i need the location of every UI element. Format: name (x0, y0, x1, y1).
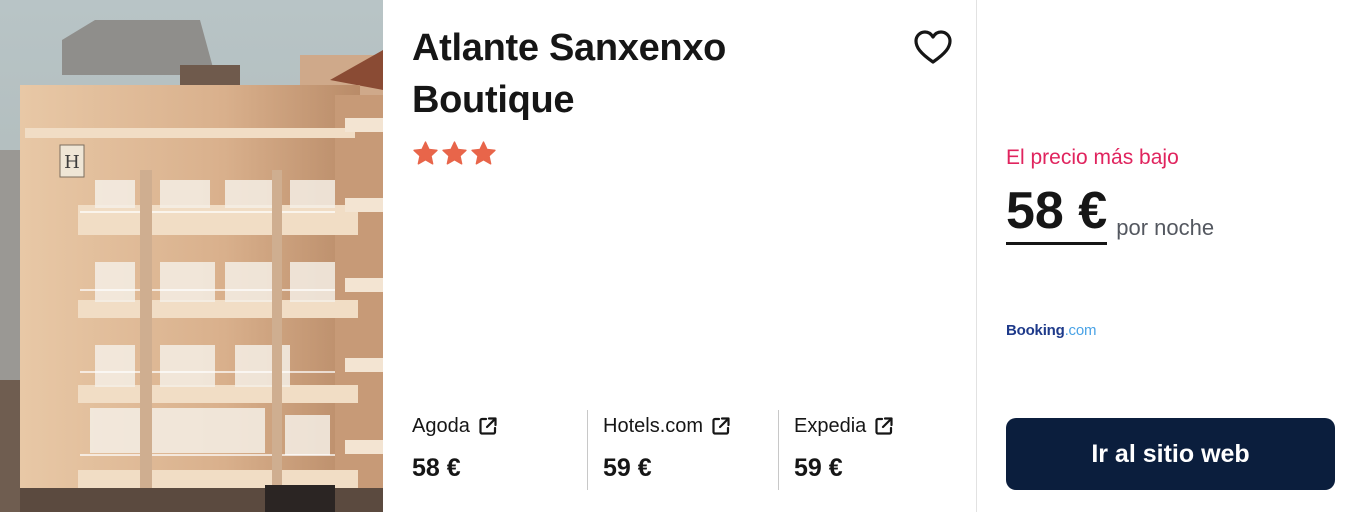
provider-hotels-com[interactable]: Hotels.com 59 € (587, 410, 778, 490)
hotel-name[interactable]: Atlante Sanxenxo Boutique (412, 22, 832, 126)
best-price-panel: El precio más bajo 58 € por noche Bookin… (977, 0, 1358, 512)
star-icon (471, 141, 496, 165)
provider-name: Hotels.com (603, 415, 704, 437)
lowest-price-label: El precio más bajo (1006, 146, 1179, 169)
per-night-label: por noche (1116, 215, 1215, 240)
hotel-photo[interactable]: H (0, 0, 383, 512)
star-icon (442, 141, 467, 165)
favorite-button[interactable] (912, 27, 954, 69)
go-to-site-button[interactable]: Ir al sitio web (1006, 418, 1335, 490)
external-link-icon (712, 417, 730, 435)
external-link-icon (875, 417, 893, 435)
provider-price: 59 € (603, 454, 652, 482)
svg-text:H: H (64, 152, 80, 173)
provider-price: 59 € (794, 454, 843, 482)
provider-price: 58 € (412, 454, 461, 482)
booking-logo: Booking.com (1006, 322, 1097, 339)
provider-name: Agoda (412, 415, 470, 437)
price-row: 58 € por noche (1006, 180, 1214, 245)
hotel-info: Atlante Sanxenxo Boutique Agoda 58 € Hot… (383, 0, 977, 512)
provider-prices: Agoda 58 € Hotels.com 59 € Expedia 59 € (412, 410, 972, 490)
hotel-result-card: H Atlante Sanxenxo Boutique Agoda 58 € H… (0, 0, 1358, 512)
best-price[interactable]: 58 € (1006, 180, 1108, 245)
star-icon (413, 141, 438, 165)
provider-name: Expedia (794, 415, 867, 437)
heart-outline-icon (914, 30, 952, 64)
provider-agoda[interactable]: Agoda 58 € (412, 410, 587, 490)
booking-logo-text: Booking (1006, 322, 1065, 339)
star-rating (412, 140, 497, 167)
provider-expedia[interactable]: Expedia 59 € (778, 410, 972, 490)
booking-logo-domain: .com (1064, 322, 1097, 339)
hotel-building-image: H (0, 0, 383, 512)
external-link-icon (479, 417, 497, 435)
